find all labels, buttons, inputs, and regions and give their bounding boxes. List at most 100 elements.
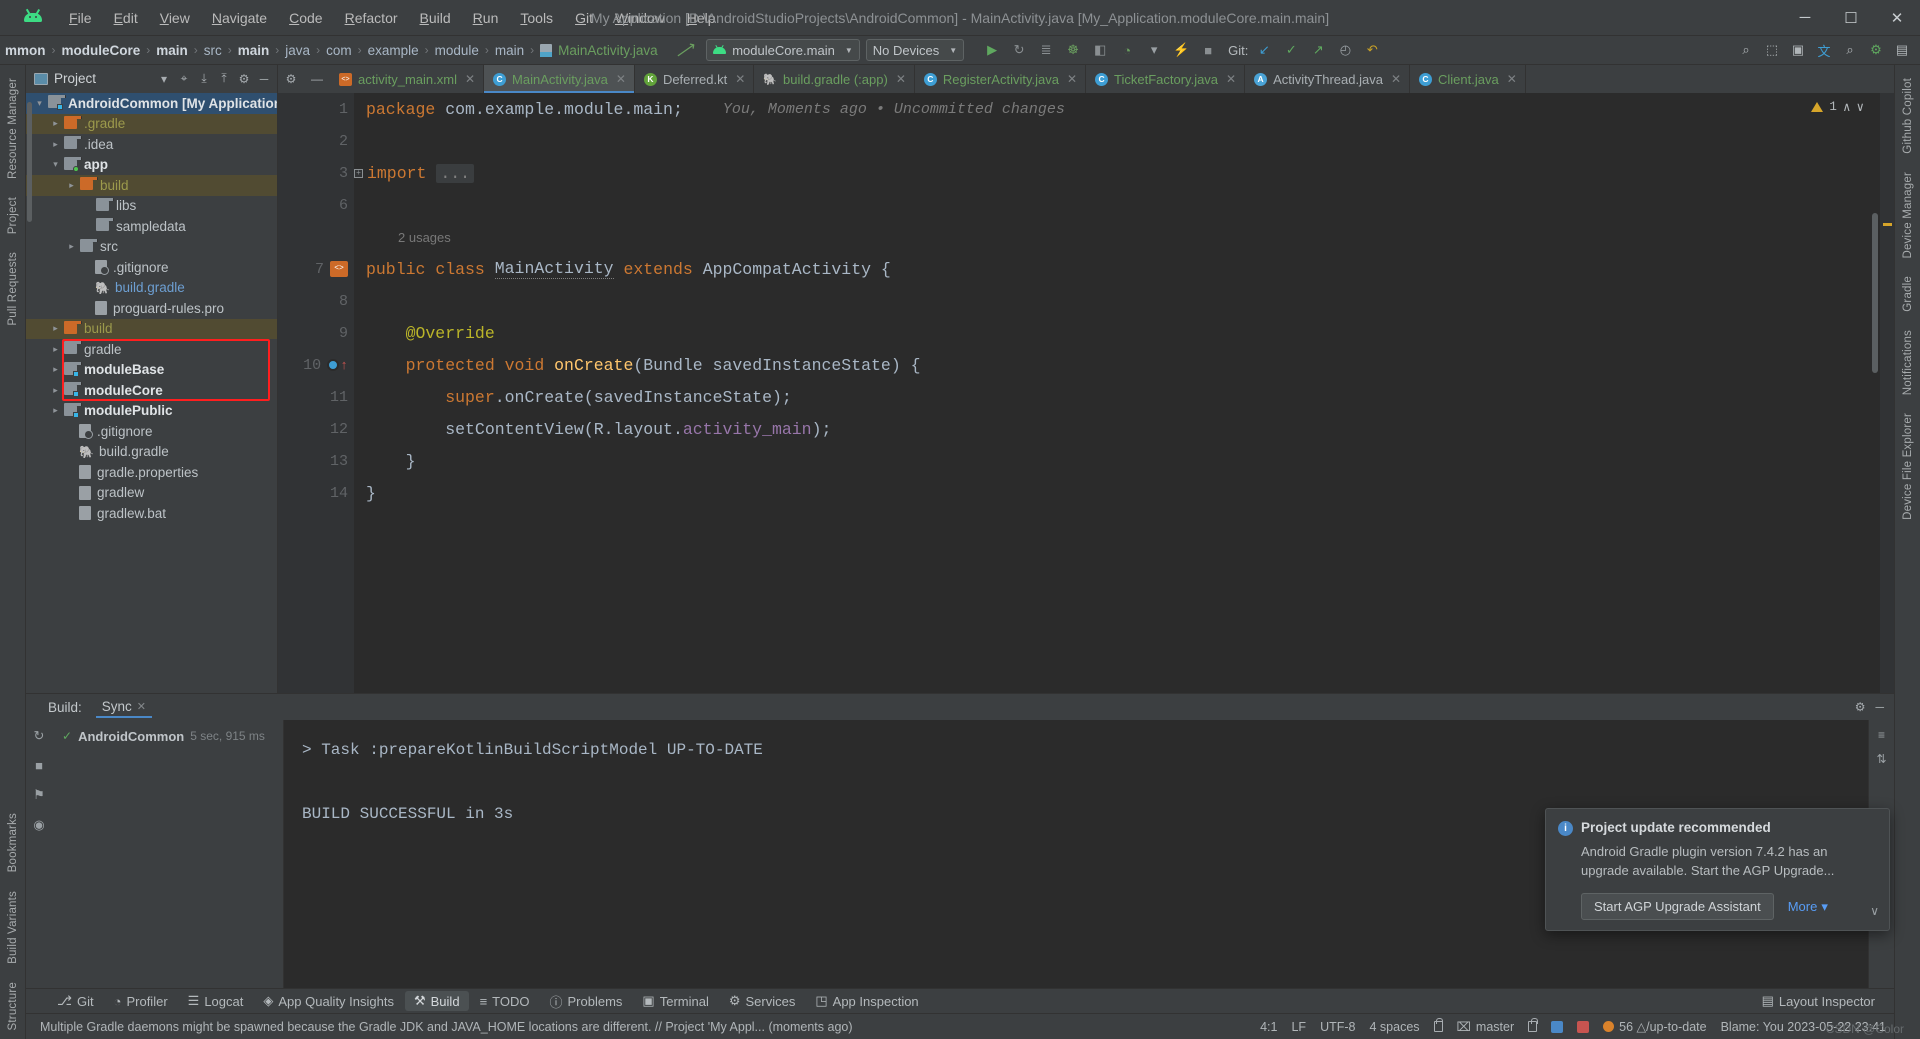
menu-run[interactable]: Run [462,6,510,30]
tree-item-build-gradle[interactable]: 🐘 build.gradle [26,442,277,463]
chevron-down-icon[interactable] [32,98,47,109]
collapse-all-icon[interactable]: ⤒ [215,70,233,88]
red-status-icon[interactable] [1577,1020,1590,1033]
close-icon[interactable]: ✕ [1507,72,1517,86]
rail-device-file-explorer[interactable]: Device File Explorer [1902,404,1914,529]
rail-pull-requests[interactable]: Pull Requests [7,243,19,335]
tree-item-androidcommon--my-application-[interactable]: AndroidCommon [My Application] [26,93,277,114]
profile-icon[interactable]: ◔ [1115,39,1139,61]
tool-profiler[interactable]: ◔ Profiler [105,992,177,1011]
code-line[interactable]: + import ... [354,157,1894,189]
code-line[interactable]: } [354,477,1894,509]
code-area[interactable]: 1 ∧ ∨ package com.example.module.main; Yo… [354,93,1894,693]
breadcrumb-com[interactable]: com [323,42,355,59]
rail-structure[interactable]: Structure [7,973,19,1039]
menu-refactor[interactable]: Refactor [334,6,409,30]
menu-tools[interactable]: Tools [509,6,564,30]
warning-marker[interactable] [1883,223,1892,226]
inspection-prev-icon[interactable]: ∧ [1843,99,1851,115]
menu-edit[interactable]: Edit [103,6,149,30]
rail-notifications[interactable]: Notifications [1902,321,1914,404]
tool-todo[interactable]: ≡ TODO [471,992,539,1011]
tree-item--gitignore[interactable]: .gitignore [26,257,277,278]
notification-more-link[interactable]: More ▾ [1788,899,1828,915]
project-tree[interactable]: AndroidCommon [My Application] .gradle .id… [26,92,277,693]
editor-tab-mainactivity-java[interactable]: C MainActivity.java ✕ [484,65,635,93]
blue-status-icon[interactable] [1551,1020,1564,1033]
breadcrumb-main[interactable]: main [492,42,527,59]
line-separator[interactable]: LF [1291,1020,1306,1034]
tree-item--gradle[interactable]: .gradle [26,113,277,134]
tree-item-gradle-properties[interactable]: gradle.properties [26,462,277,483]
tree-item-sampledata[interactable]: sampledata [26,216,277,237]
search-icon[interactable]: ⌕ [1838,39,1862,61]
undo-icon[interactable]: ↶ [1360,39,1384,61]
secondary-lock-icon[interactable] [1528,1018,1538,1032]
editor-tab-ticketfactory-java[interactable]: C TicketFactory.java ✕ [1086,65,1246,93]
build-tab-sync[interactable]: Sync ✕ [95,697,153,718]
rerun-icon[interactable]: ↻ [1007,39,1031,61]
locate-icon[interactable]: ⌖ [175,70,193,88]
rail-project[interactable]: Project [7,188,19,243]
project-scrollbar[interactable] [27,102,32,222]
build-hammer-icon[interactable]: ⟶ [671,36,699,63]
stop-icon[interactable]: ■ [1196,39,1220,61]
settings-gear-icon[interactable]: ⚙ [235,70,253,88]
gutter-line[interactable] [278,221,354,253]
breadcrumb-java[interactable]: java [282,42,313,59]
apply-changes-icon[interactable]: ⚡ [1169,39,1193,61]
code-line[interactable] [354,285,1894,317]
close-icon[interactable]: ✕ [1067,72,1077,86]
attach-debugger-icon[interactable]: ◧ [1088,39,1112,61]
build-sort-icon[interactable]: ⇅ [1876,752,1886,766]
gutter-line[interactable]: 8 [278,285,354,317]
code-line[interactable]: public class MainActivity extends AppCom… [354,253,1894,285]
gutter-line[interactable]: 9 [278,317,354,349]
tool-layout-inspector[interactable]: ▤ Layout Inspector [1753,991,1884,1011]
build-filter-icon[interactable]: ≡ [1878,728,1885,742]
editor-gutter[interactable]: 1 2 3 6 7 <> 8 9 10 ↑ 11 12 13 14 [278,93,354,693]
file-encoding[interactable]: UTF-8 [1320,1020,1355,1034]
tool-app-inspection[interactable]: ◳ App Inspection [806,991,927,1011]
gutter-line[interactable]: 1 [278,93,354,125]
tree-item-modulepublic[interactable]: modulePublic [26,401,277,422]
code-line[interactable]: } [354,445,1894,477]
expand-all-icon[interactable]: ⤓ [195,70,213,88]
layout-icon[interactable]: ▤ [1890,39,1914,61]
close-button[interactable]: ✕ [1874,0,1920,36]
editor-vertical-scrollbar[interactable] [1872,213,1878,373]
device-selector[interactable]: No Devices ▼ [865,39,965,61]
tool-build[interactable]: ⚒ Build [404,991,469,1011]
inspection-next-icon[interactable]: ∨ [1856,99,1864,115]
git-push-icon[interactable]: ↗ [1306,39,1330,61]
account-icon[interactable]: ⚙ [1864,39,1888,61]
stop-build-icon[interactable]: ■ [35,758,43,773]
chevron-right-icon[interactable] [48,344,63,355]
tool-git[interactable]: ⎇ Git [48,991,103,1011]
close-icon[interactable]: ✕ [137,700,146,713]
gutter-line[interactable]: 7 <> [278,253,354,285]
breadcrumb-mmon[interactable]: mmon [2,42,49,59]
start-agp-upgrade-assistant-button[interactable]: Start AGP Upgrade Assistant [1581,893,1774,920]
editor-tab-client-java[interactable]: C Client.java ✕ [1410,65,1526,93]
hide-editor-icon[interactable]: — [304,65,330,93]
breadcrumb-main[interactable]: main [235,42,273,59]
editor-settings-gear-icon[interactable]: ⚙ [278,65,304,93]
close-icon[interactable]: ✕ [1391,72,1401,86]
gutter-line[interactable]: 12 [278,413,354,445]
device-manager-icon[interactable]: ⬚ [1760,39,1784,61]
git-branch-widget[interactable]: ⌧ master [1457,1019,1515,1035]
pin-tab-icon[interactable]: ⚑ [33,787,45,803]
rail-bookmarks[interactable]: Bookmarks [7,804,19,881]
code-line[interactable] [354,189,1894,221]
rail-device-manager[interactable]: Device Manager [1902,163,1914,268]
chevron-right-icon[interactable] [48,385,63,396]
close-icon[interactable]: ✕ [616,72,626,86]
maximize-button[interactable]: ☐ [1828,0,1874,36]
close-icon[interactable]: ✕ [465,72,475,86]
menu-navigate[interactable]: Navigate [201,6,278,30]
code-line[interactable]: package com.example.module.main; You, Mom… [354,93,1894,125]
chevron-right-icon[interactable] [48,139,63,150]
debug-icon[interactable]: ☸ [1061,39,1085,61]
tool-problems[interactable]: ⓘ Problems [540,990,631,1013]
